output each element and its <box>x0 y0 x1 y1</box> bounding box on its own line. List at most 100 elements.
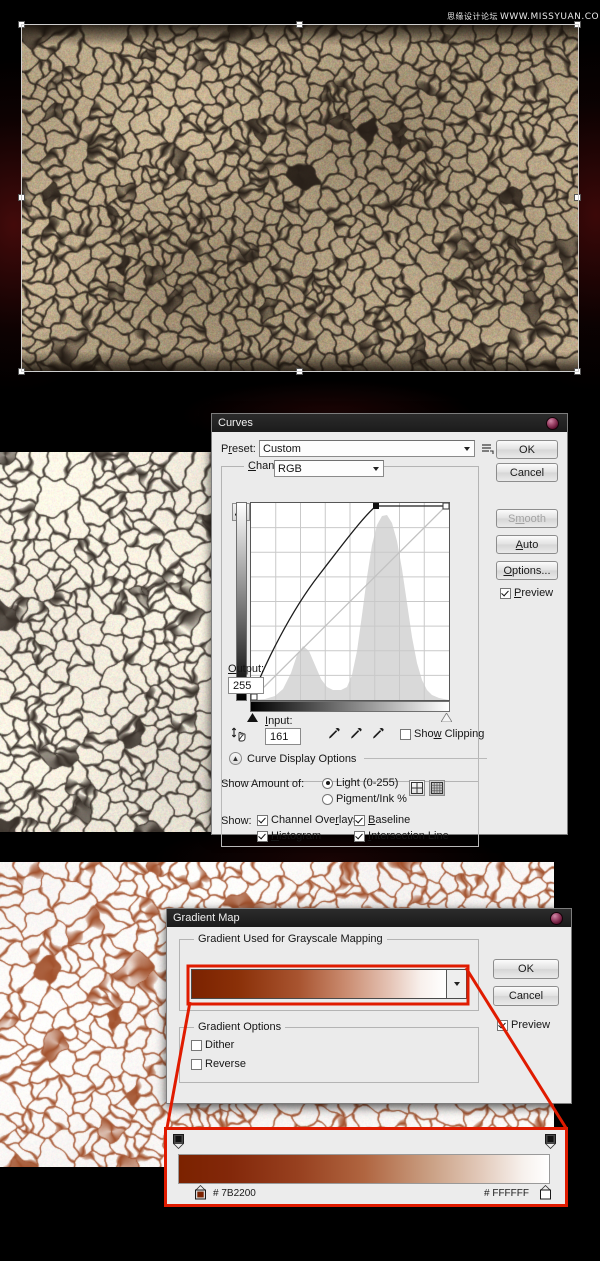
photoshop-badge-icon <box>546 416 559 430</box>
gradient-map-preview-box[interactable] <box>497 1019 508 1031</box>
output-label: Output: <box>228 663 265 675</box>
gradient-options-group: Gradient Options <box>179 1021 479 1083</box>
show-amount-of-label: Show Amount of: <box>221 778 305 790</box>
output-value: 255 <box>233 679 252 692</box>
color-stop-right[interactable] <box>540 1185 551 1200</box>
dither-label: Dither <box>205 1039 235 1051</box>
gradient-preview-swatch[interactable] <box>191 969 467 999</box>
gradient-left-hex: # 7B2200 <box>213 1188 256 1199</box>
gradient-fill <box>192 970 446 998</box>
color-stop-left[interactable] <box>195 1185 206 1200</box>
gradient-map-preview-label: Preview <box>511 1019 551 1031</box>
watermark-chinese: 思缘设计论坛 <box>447 12 498 21</box>
curves-dialog[interactable]: Curves Preset: Custom Channel: <box>211 413 568 847</box>
baseline-label: Baseline <box>368 814 411 826</box>
curves-title: Curves <box>218 417 253 429</box>
grid-fine-button[interactable] <box>429 780 445 796</box>
show-clipping-box[interactable] <box>400 728 411 740</box>
gradient-map-ok-button[interactable]: OK <box>493 959 559 979</box>
pigment-radio[interactable]: Pigment/Ink % <box>322 793 407 805</box>
curves-auto-button[interactable]: Auto <box>496 535 558 554</box>
curves-graph[interactable] <box>250 502 450 701</box>
curves-ok-button[interactable]: OK <box>496 440 558 459</box>
input-label: Input: <box>265 715 293 727</box>
curves-cancel-label: Cancel <box>509 466 545 479</box>
curves-options-button[interactable]: Options... <box>496 561 558 580</box>
reverse-label: Reverse <box>205 1058 246 1070</box>
intersection-line-label: Intersection Line <box>368 830 449 842</box>
selection-edge-left <box>21 24 22 372</box>
gradient-map-titlebar[interactable]: Gradient Map <box>167 909 571 927</box>
curves-preview-box[interactable] <box>500 587 511 599</box>
gradient-map-dialog[interactable]: Gradient Map Gradient Used for Grayscale… <box>166 908 572 1104</box>
gradient-map-preview-checkbox[interactable]: Preview <box>497 1019 550 1031</box>
light-label: Light (0-255) <box>336 777 399 789</box>
preset-dropdown[interactable]: Custom <box>259 440 475 457</box>
collapse-toggle-icon[interactable]: ▲ <box>229 752 242 765</box>
histogram-checkbox[interactable]: Histogram <box>257 830 321 842</box>
show-clipping-label: Show Clipping <box>414 728 485 740</box>
show-clipping-checkbox[interactable]: Show Clipping <box>400 728 484 740</box>
black-point-slider[interactable] <box>247 713 258 722</box>
gradient-map-cancel-button[interactable]: Cancel <box>493 986 559 1006</box>
white-point-slider[interactable] <box>441 713 452 722</box>
light-radio-box[interactable] <box>322 777 333 789</box>
channel-dropdown[interactable]: RGB <box>274 460 384 477</box>
light-radio[interactable]: Light (0-255) <box>322 777 398 789</box>
gradient-picker-dropdown[interactable] <box>446 970 466 998</box>
preset-options-menu-icon[interactable] <box>481 442 495 456</box>
image-cracked-earth-original <box>22 25 578 372</box>
screenshot-root: 思缘设计论坛 WWW.MISSYUAN.COM Curves Preset: C… <box>0 0 600 1261</box>
selection-edge-top <box>22 24 578 25</box>
gradient-right-hex: # FFFFFF <box>484 1188 529 1199</box>
curves-smooth-button: Smooth <box>496 509 558 528</box>
chevron-down-icon-channel <box>373 466 379 471</box>
pigment-radio-box[interactable] <box>322 793 333 805</box>
gradient-editor-panel[interactable]: # 7B2200 # FFFFFF <box>164 1127 568 1207</box>
on-image-adjustment-tool-icon[interactable] <box>231 726 248 743</box>
input-value: 161 <box>270 730 289 743</box>
gradient-map-ok-label: OK <box>518 963 534 975</box>
baseline-box[interactable] <box>354 814 365 826</box>
gradient-map-title: Gradient Map <box>173 912 240 924</box>
grid-tenth-icon <box>431 782 443 794</box>
white-point-eyedropper-icon[interactable] <box>370 726 385 741</box>
black-point-eyedropper-icon[interactable] <box>326 726 341 741</box>
channel-value: RGB <box>278 462 302 475</box>
input-input[interactable]: 161 <box>265 728 301 745</box>
reverse-checkbox[interactable]: Reverse <box>191 1058 246 1070</box>
gradient-editor-bar[interactable] <box>178 1154 550 1184</box>
photoshop-badge-icon-2 <box>550 911 563 925</box>
dither-checkbox[interactable]: Dither <box>191 1039 234 1051</box>
curve-display-options-label: Curve Display Options <box>247 752 357 765</box>
curves-smooth-label: Smooth <box>508 512 546 525</box>
pigment-label: Pigment/Ink % <box>336 793 407 805</box>
channel-overlays-checkbox[interactable]: Channel Overlays <box>257 814 358 826</box>
dither-box[interactable] <box>191 1039 202 1051</box>
curves-ok-label: OK <box>519 443 535 456</box>
curves-titlebar[interactable]: Curves <box>212 414 567 432</box>
baseline-checkbox[interactable]: Baseline <box>354 814 410 826</box>
selection-edge-right <box>578 24 579 372</box>
gradient-map-cancel-label: Cancel <box>508 990 544 1002</box>
curves-preview-checkbox[interactable]: Preview <box>500 587 553 599</box>
preset-row: Preset: Custom <box>221 440 496 457</box>
histogram-label: Histogram <box>271 830 322 842</box>
curves-cancel-button[interactable]: Cancel <box>496 463 558 482</box>
channel-overlays-box[interactable] <box>257 814 268 826</box>
grid-coarse-button[interactable] <box>409 780 425 796</box>
opacity-stop-right[interactable] <box>545 1134 556 1149</box>
section-divider <box>364 758 487 759</box>
chevron-down-icon-gradient <box>453 982 460 986</box>
intersection-line-checkbox[interactable]: Intersection Line <box>354 830 449 842</box>
input-gradient-strip <box>250 701 450 712</box>
gradient-options-label: Gradient Options <box>194 1021 286 1033</box>
histogram-box[interactable] <box>257 830 268 842</box>
reverse-box[interactable] <box>191 1058 202 1070</box>
preset-value: Custom <box>263 442 301 455</box>
curve-display-options-header[interactable]: ▲ Curve Display Options <box>229 752 487 765</box>
intersection-line-box[interactable] <box>354 830 365 842</box>
output-input[interactable]: 255 <box>228 677 264 694</box>
opacity-stop-left[interactable] <box>173 1134 184 1149</box>
gray-point-eyedropper-icon[interactable] <box>348 726 363 741</box>
